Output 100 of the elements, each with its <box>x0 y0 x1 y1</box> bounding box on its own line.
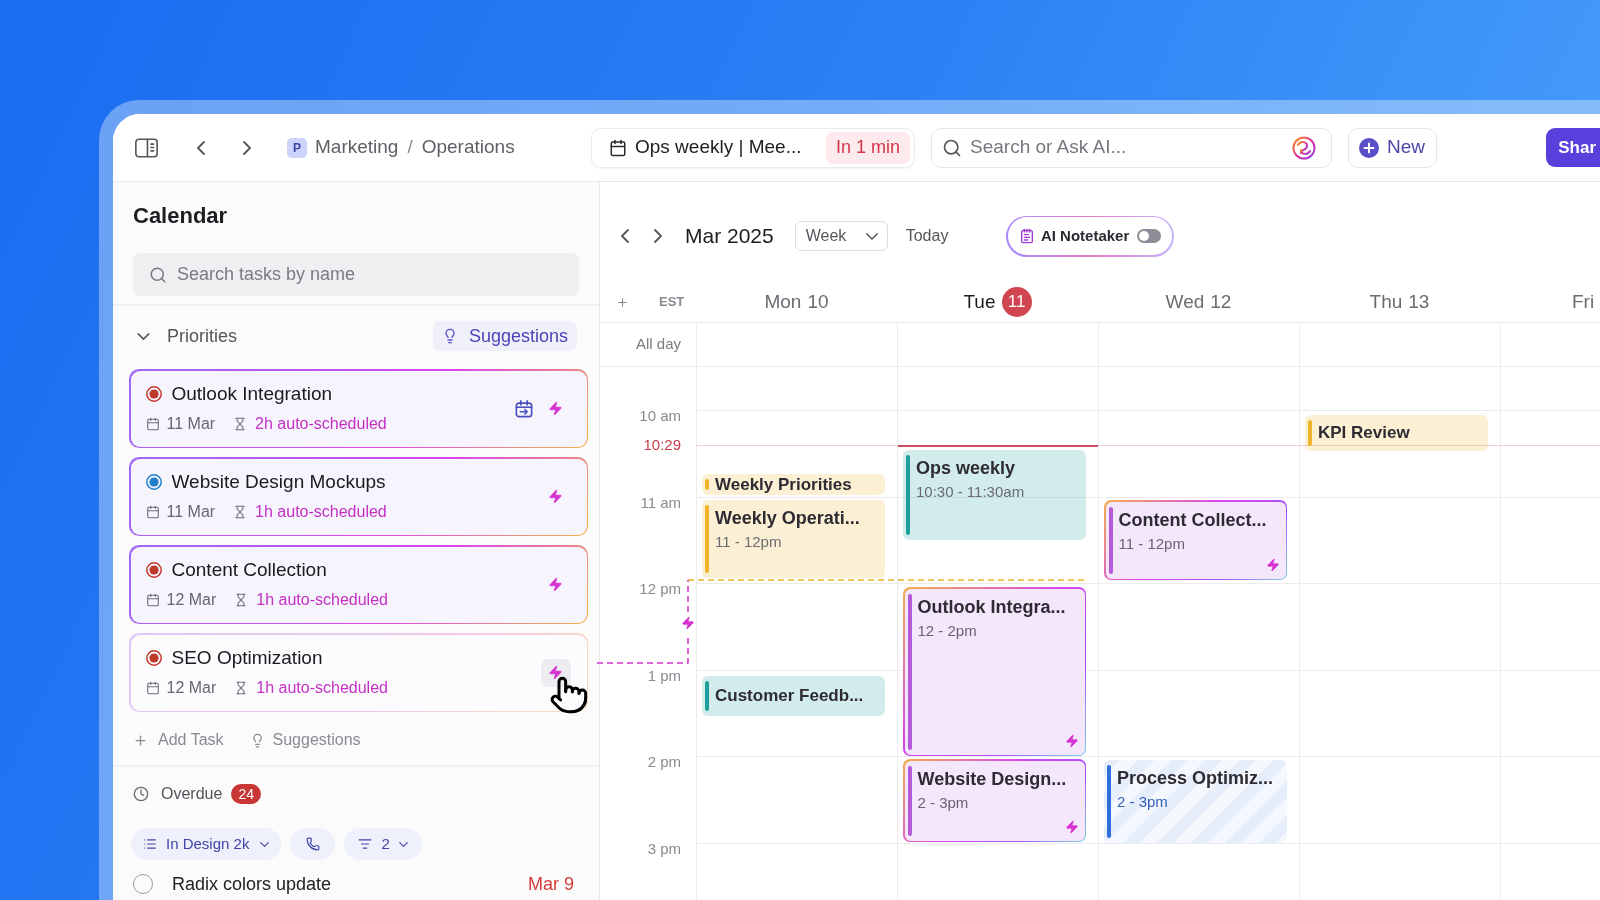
event-card[interactable]: Content Collect... 11 - 12pm <box>1104 500 1287 580</box>
countdown-badge: In 1 min <box>825 131 910 164</box>
day-number: 12 <box>1210 289 1232 314</box>
today-button[interactable]: Today <box>905 224 949 248</box>
caret-icon <box>260 841 270 847</box>
task-search-field[interactable]: Search tasks by name <box>177 261 579 288</box>
all-day-label: All day <box>635 334 681 355</box>
suggestions-button[interactable]: Suggestions <box>432 321 577 351</box>
lightning-icon <box>548 665 563 680</box>
toggle-switch[interactable] <box>1137 229 1162 243</box>
view-dropdown[interactable]: Week <box>794 221 888 251</box>
search-bar[interactable]: Search or Ask AI... <box>931 127 1332 168</box>
event-card[interactable]: Weekly Operati... 11 - 12pm <box>702 500 885 578</box>
event-title: Content Collect... <box>1118 508 1268 531</box>
event-card[interactable]: Process Optimiz... 2 - 3pm <box>1104 760 1287 843</box>
today-date-badge: 11 <box>1001 287 1032 317</box>
share-button[interactable]: Shar <box>1546 128 1600 167</box>
lightning-icon[interactable] <box>548 489 563 504</box>
hour-label: 11 am <box>640 494 681 511</box>
event-title: Website Design... <box>917 767 1068 790</box>
hourglass-icon <box>233 417 248 431</box>
new-button[interactable]: New <box>1348 127 1437 168</box>
lightning-icon[interactable] <box>548 401 563 416</box>
search-field[interactable]: Search or Ask AI... <box>970 133 1292 162</box>
task-title: Content Collection <box>171 558 327 582</box>
group-by-button[interactable]: In Design 2k <box>131 828 282 860</box>
hourglass-icon <box>234 593 249 607</box>
collapse-chevron-icon[interactable] <box>137 332 150 340</box>
event-card[interactable]: Website Design... 2 - 3pm <box>903 759 1086 842</box>
plus-circle-icon <box>1359 137 1379 158</box>
calendar-icon <box>145 505 160 519</box>
event-time: 2 - 3pm <box>1117 792 1169 812</box>
auto-schedule-text: 1h auto-scheduled <box>255 502 387 522</box>
task-card[interactable]: Outlook Integration 11 Mar 2h auto-scheduled <box>129 369 588 448</box>
event-title: Ops weekly <box>916 457 1017 479</box>
calendar-icon <box>145 417 160 431</box>
lightning-icon <box>1064 733 1079 748</box>
event-title: Customer Feedb... <box>715 686 864 706</box>
weekday-label: Fri <box>1572 289 1595 314</box>
breadcrumb-link[interactable]: Operations <box>421 133 515 162</box>
calendar-icon <box>609 138 627 157</box>
overdue-label: Overdue <box>161 784 223 804</box>
plus-icon <box>133 732 148 748</box>
breadcrumb-separator: / <box>407 135 413 160</box>
search-icon <box>149 265 167 284</box>
task-card[interactable]: Website Design Mockups 11 Mar 1h auto-scheduled <box>129 457 588 536</box>
breadcrumb-link[interactable]: Marketing <box>315 133 399 162</box>
calendar-icon <box>145 593 160 607</box>
add-icon[interactable] <box>616 295 629 309</box>
meeting-chip[interactable]: Ops weekly | Mee... In 1 min <box>591 127 915 168</box>
forward-icon[interactable] <box>243 140 251 155</box>
overdue-count-badge: 24 <box>231 784 261 804</box>
event-title: KPI Review <box>1318 423 1410 443</box>
call-button[interactable] <box>290 828 336 860</box>
task-title: SEO Optimization <box>171 646 323 670</box>
sidebar-toggle-icon[interactable] <box>135 137 158 158</box>
task-card[interactable]: Content Collection 12 Mar 1h auto-scheduled <box>129 545 588 624</box>
caret-icon <box>865 232 878 240</box>
weekday-label: Thu <box>1369 289 1403 314</box>
next-week-icon[interactable] <box>654 229 662 243</box>
back-icon[interactable] <box>197 140 205 155</box>
lightning-icon[interactable] <box>548 577 563 592</box>
sidebar-title: Calendar <box>133 203 228 229</box>
hour-label: 12 pm <box>639 581 681 597</box>
hourglass-icon <box>234 681 249 695</box>
task-date: 12 Mar <box>166 678 217 698</box>
meeting-title: Ops weekly | Mee... <box>635 135 802 160</box>
event-card[interactable]: Customer Feedb... <box>702 676 885 716</box>
lightning-button[interactable] <box>540 658 571 687</box>
hour-label: 3 pm <box>647 840 681 857</box>
event-title: Weekly Priorities <box>715 474 852 495</box>
filter-button[interactable]: 2 <box>344 828 422 860</box>
timezone-label: EST <box>659 293 685 312</box>
auto-schedule-text: 1h auto-scheduled <box>256 678 388 698</box>
task-title: Website Design Mockups <box>171 470 386 494</box>
event-time: 11 - 12pm <box>715 532 783 552</box>
event-card[interactable]: Weekly Priorities <box>702 474 885 495</box>
task-search-bar[interactable]: Search tasks by name <box>133 253 579 296</box>
day-number: 10 <box>807 289 829 314</box>
task-date: 11 Mar <box>166 414 216 434</box>
list-icon <box>143 837 157 851</box>
hour-label: 10 am <box>639 408 681 424</box>
previous-week-icon[interactable] <box>621 229 629 243</box>
event-time: 12 - 2pm <box>917 620 978 641</box>
weekday-label: Wed <box>1165 289 1205 314</box>
task-card[interactable]: SEO Optimization 12 Mar 1h auto-scheduled <box>129 633 588 712</box>
priorities-label: Priorities <box>167 324 237 348</box>
lightning-icon <box>1064 819 1079 834</box>
event-card[interactable]: Ops weekly 10:30 - 11:30am <box>903 450 1086 540</box>
search-icon <box>942 137 962 158</box>
event-card[interactable]: KPI Review <box>1305 415 1488 451</box>
weekday-label: Mon <box>764 289 802 314</box>
ai-swirl-icon[interactable] <box>1292 135 1316 160</box>
caret-icon <box>398 841 408 847</box>
filter-icon <box>358 837 373 851</box>
hourglass-icon <box>233 505 248 519</box>
event-card[interactable]: Outlook Integra... 12 - 2pm <box>903 587 1086 756</box>
day-number: 13 <box>1408 289 1430 314</box>
ai-notetaker-button[interactable]: AI Notetaker <box>1006 215 1174 257</box>
task-title: Outlook Integration <box>171 382 333 406</box>
